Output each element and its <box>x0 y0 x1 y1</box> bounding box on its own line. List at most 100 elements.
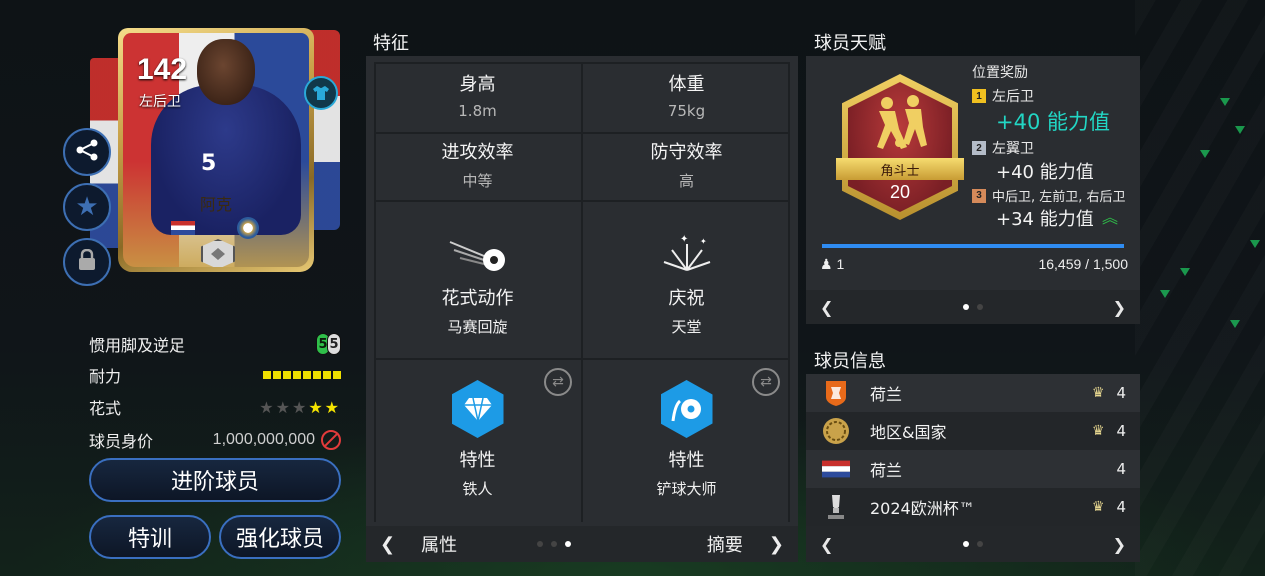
skill-move-cell[interactable]: 花式动作 马赛回旋 <box>374 232 581 337</box>
features-title: 特征 <box>373 33 409 54</box>
talent-next-button[interactable]: ❯ <box>1113 298 1126 317</box>
chemistry-crown-icon: ♛ <box>1091 385 1105 401</box>
talent-progress-text: 16,459 / 1,500 <box>1038 256 1128 272</box>
info-next-button[interactable]: ❯ <box>1113 535 1126 554</box>
players-silhouette-icon <box>864 94 936 152</box>
info-row-region[interactable]: 地区&国家 ♛ 4 <box>806 412 1140 450</box>
background-stripes <box>1135 0 1265 576</box>
star-icon: ★ <box>75 192 99 222</box>
euro-2024-icon <box>822 493 850 521</box>
attack-work-rate-value: 中等 <box>462 172 493 190</box>
value-row: 球员身价 1,000,000,000 <box>89 427 341 453</box>
info-text: 2024欧洲杯™ <box>870 499 975 518</box>
svg-text:✦: ✦ <box>680 234 688 245</box>
celebration-value: 天堂 <box>671 318 702 336</box>
train-button[interactable]: 特训 <box>89 515 211 559</box>
lock-button[interactable] <box>63 238 111 286</box>
features-footer: ❮ 属性 摘要 ❯ <box>366 526 798 562</box>
bonus-value: +40 能力值 <box>996 162 1094 183</box>
weak-foot-right: 5 <box>327 333 341 355</box>
bonus-positions: 中后卫, 左前卫, 右后卫 <box>992 190 1126 205</box>
talent-prev-button[interactable]: ❮ <box>820 298 833 317</box>
rank-badge: 2 <box>972 141 986 155</box>
decor-dot <box>1230 320 1240 328</box>
player-card[interactable]: 5 142 左后卫 阿克 <box>118 28 314 272</box>
attack-work-rate-cell: 进攻效率 中等 <box>374 138 581 191</box>
star-empty-icon: ★ <box>259 397 276 417</box>
pager-dot-active <box>963 304 969 310</box>
info-row-flag[interactable]: 荷兰 4 <box>806 450 1140 488</box>
untradeable-icon <box>321 430 341 450</box>
talent-count-value: 1 <box>836 256 845 272</box>
talent-pager <box>963 304 983 310</box>
player-name: 阿克 <box>199 195 232 214</box>
height-label: 身高 <box>459 74 496 95</box>
info-rating-value: 4 <box>1116 384 1126 402</box>
weak-foot-badge: 5 5 <box>316 333 341 355</box>
talent-footer: ❮ ❯ <box>806 290 1140 324</box>
weight-label: 体重 <box>668 74 705 95</box>
trait-2-cell[interactable]: 特性 铲球大师 <box>583 380 790 499</box>
pager-dot-active <box>963 541 969 547</box>
info-row-league[interactable]: 2024欧洲杯™ ♛ 4 <box>806 488 1140 526</box>
player-value-text: 1,000,000,000 <box>212 431 315 448</box>
attributes-tab[interactable]: 属性 <box>421 531 457 557</box>
talent-count: ♟ 1 <box>820 256 844 273</box>
player-value: 1,000,000,000 <box>213 430 341 450</box>
info-footer: ❮ ❯ <box>806 526 1140 562</box>
trait-2-value: 铲球大师 <box>656 480 717 498</box>
stamina-row: 耐力 <box>89 362 341 388</box>
celebration-cell[interactable]: ✦ ✦ 庆祝 天堂 <box>583 232 790 337</box>
grid-line <box>374 132 790 134</box>
trait-1-cell[interactable]: 特性 铁人 <box>374 380 581 499</box>
features-next-button[interactable]: ❯ <box>769 534 784 555</box>
weak-foot-row: 惯用脚及逆足 5 5 <box>89 331 341 357</box>
ball-kick-icon <box>374 232 581 276</box>
info-prev-button[interactable]: ❮ <box>820 535 833 554</box>
decor-dot <box>1220 98 1230 106</box>
weak-foot-label: 惯用脚及逆足 <box>89 336 186 355</box>
favorite-button[interactable]: ★ <box>63 183 111 231</box>
stamina-label: 耐力 <box>89 367 122 386</box>
shirt-icon[interactable] <box>304 76 338 110</box>
info-rating-value: 4 <box>1116 422 1126 440</box>
defense-work-rate-value: 高 <box>678 172 694 190</box>
info-rating: ♛ 4 <box>1092 498 1126 516</box>
celebration-label: 庆祝 <box>668 288 705 309</box>
talent-title: 球员天赋 <box>814 33 886 54</box>
info-pager <box>963 541 983 547</box>
features-panel: 身高 1.8m 体重 75kg 进攻效率 中等 防守效率 高 花式动作 马赛回旋… <box>366 56 798 560</box>
height-value: 1.8m <box>458 102 497 120</box>
features-prev-button[interactable]: ❮ <box>380 534 395 555</box>
info-rating-value: 4 <box>1116 498 1126 516</box>
boost-player-button[interactable]: 强化球员 <box>219 515 341 559</box>
attack-work-rate-label: 进攻效率 <box>441 142 514 163</box>
chemistry-crown-icon: ♛ <box>1091 499 1105 515</box>
summary-tab[interactable]: 摘要 <box>707 531 743 557</box>
bonus-positions: 左翼卫 <box>992 141 1034 157</box>
weight-value: 75kg <box>667 102 706 120</box>
star-filled-icon: ★ <box>324 397 341 417</box>
jersey-number: 5 <box>201 151 217 176</box>
share-button[interactable] <box>63 128 111 176</box>
skill-move-label: 花式动作 <box>441 288 514 309</box>
rank-badge: 1 <box>972 89 986 103</box>
slide-tackle-icon <box>660 380 713 438</box>
star-empty-icon: ★ <box>291 397 309 417</box>
decor-dot <box>1200 150 1210 158</box>
skill-stars: ★★★★★ <box>259 398 341 417</box>
netherlands-flag-icon <box>822 455 850 483</box>
grid-line <box>374 358 790 360</box>
info-text: 地区&国家 <box>870 423 947 442</box>
advance-player-button[interactable]: 进阶球员 <box>89 458 341 502</box>
position-bonus-header: 位置奖励 <box>972 65 1028 81</box>
player-portrait <box>197 39 255 105</box>
features-pager <box>537 541 572 547</box>
talent-meta: ♟ 1 16,459 / 1,500 <box>820 256 1128 273</box>
defense-work-rate-label: 防守效率 <box>650 142 723 163</box>
skills-label: 花式 <box>89 399 122 418</box>
info-row-nation[interactable]: 荷兰 ♛ 4 <box>806 374 1140 412</box>
pager-dot <box>977 541 983 547</box>
lock-icon <box>78 248 96 276</box>
globe-icon <box>822 417 850 445</box>
